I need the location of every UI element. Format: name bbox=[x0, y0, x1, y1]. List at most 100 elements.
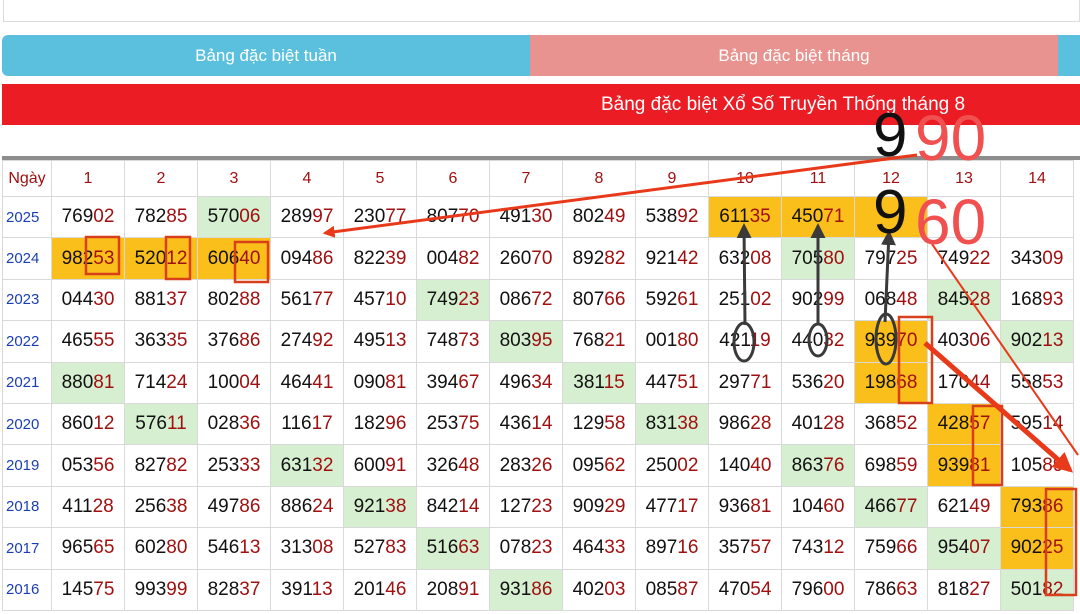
result-head-digits: 140 bbox=[718, 454, 751, 476]
corner-header: Ngày bbox=[2, 160, 52, 197]
result-cell: 12723 bbox=[489, 485, 563, 529]
tab-more[interactable] bbox=[1058, 35, 1080, 76]
result-tail-digits: 13 bbox=[385, 330, 407, 352]
result-cell: 04430 bbox=[51, 278, 125, 322]
result-head-digits: 477 bbox=[645, 495, 678, 517]
result-head-digits: 116 bbox=[281, 413, 312, 435]
result-cell: 60280 bbox=[124, 527, 198, 570]
result-tail-digits: 12 bbox=[93, 413, 115, 435]
result-cell: 26070 bbox=[489, 237, 563, 280]
result-tail-digits: 70 bbox=[896, 330, 918, 352]
result-cell: 90213 bbox=[1000, 320, 1074, 363]
table-header-row: Ngày 1 2 3 4 5 6 7 8 9 10 11 12 13 14 bbox=[2, 160, 1074, 197]
result-head-digits: 536 bbox=[791, 371, 824, 393]
result-tail-digits: 22 bbox=[969, 247, 991, 269]
result-head-digits: 602 bbox=[134, 537, 167, 559]
table-title-banner: Bảng đặc biệt Xổ Số Truyền Thống tháng 8 bbox=[2, 84, 1080, 125]
result-head-digits: 595 bbox=[1010, 413, 1043, 435]
result-head-digits: 546 bbox=[207, 537, 240, 559]
result-head-digits: 570 bbox=[207, 206, 240, 228]
result-cell: 59261 bbox=[635, 278, 709, 322]
result-head-digits: 892 bbox=[572, 247, 605, 269]
result-tail-digits: 63 bbox=[896, 578, 918, 600]
result-cell bbox=[1000, 195, 1074, 239]
result-tail-digits: 86 bbox=[312, 247, 334, 269]
result-tail-digits: 06 bbox=[239, 206, 261, 228]
result-cell: 23077 bbox=[343, 195, 417, 239]
result-head-digits: 182 bbox=[353, 413, 386, 435]
result-tail-digits: 81 bbox=[93, 371, 115, 393]
result-tail-digits: 77 bbox=[896, 495, 918, 517]
result-tail-digits: 82 bbox=[458, 247, 480, 269]
result-head-digits: 465 bbox=[61, 330, 94, 352]
result-cell: 59514 bbox=[1000, 402, 1074, 446]
result-head-digits: 769 bbox=[61, 206, 94, 228]
result-cell: 52783 bbox=[343, 527, 417, 570]
result-tail-digits: 46 bbox=[385, 578, 407, 600]
result-head-digits: 464 bbox=[280, 371, 313, 393]
result-cell: 74312 bbox=[781, 527, 855, 570]
result-cell: 46555 bbox=[51, 320, 125, 363]
result-cell: 42119 bbox=[708, 320, 782, 363]
day-header: 11 bbox=[781, 160, 855, 197]
result-cell: 31308 bbox=[270, 527, 344, 570]
result-cell: 50182 bbox=[1000, 568, 1074, 611]
result-cell: 28326 bbox=[489, 444, 563, 487]
year-label: 2018 bbox=[2, 485, 52, 529]
result-head-digits: 538 bbox=[645, 206, 678, 228]
result-tail-digits: 51 bbox=[677, 371, 699, 393]
result-cell: 25375 bbox=[416, 402, 490, 446]
result-head-digits: 470 bbox=[718, 578, 751, 600]
result-cell: 45710 bbox=[343, 278, 417, 322]
result-tail-digits: 28 bbox=[823, 413, 845, 435]
result-cell: 49130 bbox=[489, 195, 563, 239]
result-tail-digits: 89 bbox=[1042, 454, 1064, 476]
result-cell: 40128 bbox=[781, 402, 855, 446]
table-row: 2025 76902 78285 57006 28997 23077 80770 49130 8… bbox=[2, 195, 1074, 239]
result-head-digits: 491 bbox=[499, 206, 532, 228]
result-cell: 98253 bbox=[51, 237, 125, 280]
result-tail-digits: 81 bbox=[750, 495, 772, 517]
result-cell: 81827 bbox=[927, 568, 1001, 611]
result-head-digits: 053 bbox=[61, 454, 94, 476]
result-cell: 93970 bbox=[854, 320, 928, 363]
tab-monthly-special[interactable]: Bảng đặc biệt tháng bbox=[530, 35, 1058, 76]
result-tail-digits: 82 bbox=[1042, 578, 1064, 600]
result-cell: 11617 bbox=[270, 402, 344, 446]
result-head-digits: 818 bbox=[937, 578, 970, 600]
year-label: 2023 bbox=[2, 278, 52, 322]
result-tail-digits: 86 bbox=[1042, 495, 1064, 517]
result-tail-digits: 95 bbox=[531, 330, 553, 352]
result-head-digits: 936 bbox=[718, 495, 751, 517]
result-tail-digits: 71 bbox=[750, 371, 772, 393]
result-head-digits: 902 bbox=[1010, 537, 1043, 559]
result-head-digits: 558 bbox=[1010, 371, 1043, 393]
tab-weekly-special[interactable]: Bảng đặc biệt tuần bbox=[2, 35, 530, 76]
result-tail-digits: 03 bbox=[604, 578, 626, 600]
result-cell: 82239 bbox=[343, 237, 417, 280]
result-head-digits: 621 bbox=[937, 495, 970, 517]
result-tail-digits: 76 bbox=[823, 454, 845, 476]
result-cell: 46441 bbox=[270, 361, 344, 404]
result-cell: 63208 bbox=[708, 237, 782, 280]
result-head-digits: 450 bbox=[791, 206, 824, 228]
result-cell: 36335 bbox=[124, 320, 198, 363]
result-tail-digits: 09 bbox=[1042, 247, 1064, 269]
result-cell: 32648 bbox=[416, 444, 490, 487]
result-cell: 05356 bbox=[51, 444, 125, 487]
result-head-digits: 497 bbox=[207, 495, 240, 517]
result-cell: 92138 bbox=[343, 485, 417, 529]
result-head-digits: 105 bbox=[1010, 454, 1043, 476]
result-head-digits: 501 bbox=[1010, 578, 1043, 600]
result-cell: 80770 bbox=[416, 195, 490, 239]
result-cell: 25002 bbox=[635, 444, 709, 487]
result-cell: 06848 bbox=[854, 278, 928, 322]
result-head-digits: 001 bbox=[645, 330, 678, 352]
result-cell: 74923 bbox=[416, 278, 490, 322]
result-head-digits: 860 bbox=[61, 413, 94, 435]
result-head-digits: 394 bbox=[426, 371, 459, 393]
result-head-digits: 902 bbox=[1010, 330, 1043, 352]
result-head-digits: 845 bbox=[937, 288, 970, 310]
result-cell: 78285 bbox=[124, 195, 198, 239]
result-head-digits: 714 bbox=[134, 371, 167, 393]
